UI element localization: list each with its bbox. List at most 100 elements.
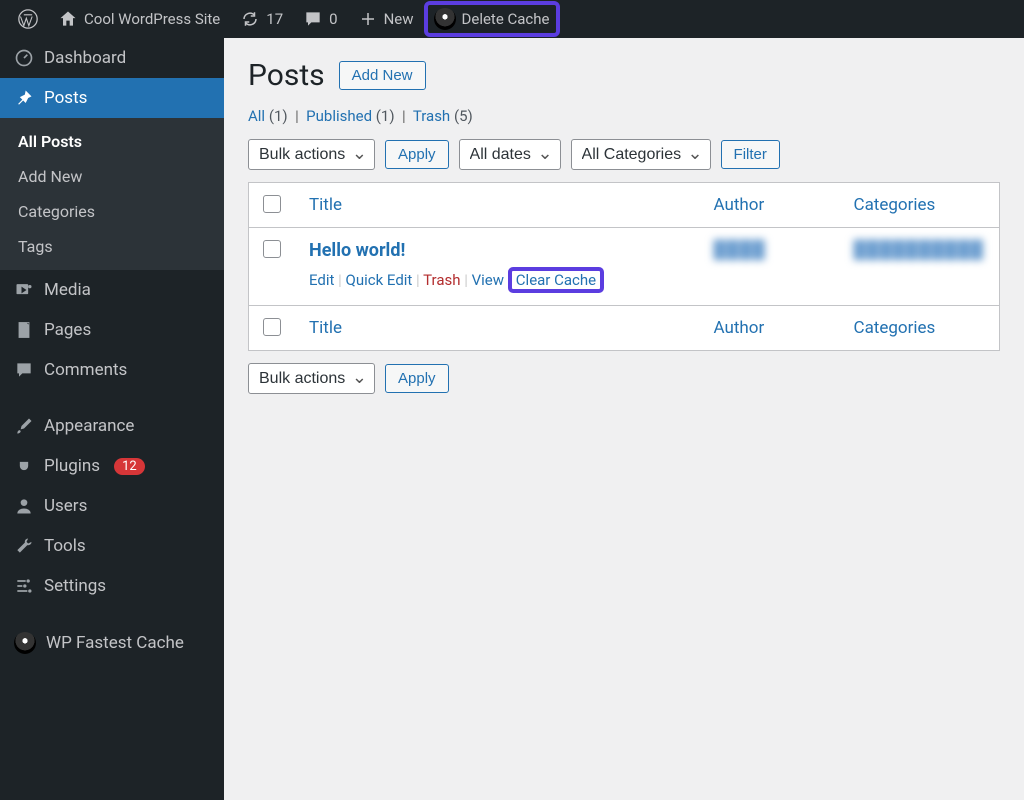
sidebar-item-tools[interactable]: Tools — [0, 526, 224, 566]
wp-logo[interactable] — [8, 0, 48, 38]
add-new-button[interactable]: Add New — [339, 61, 426, 90]
col-author[interactable]: Author — [700, 183, 840, 228]
table-row: Hello world! Edit | Quick Edit | Trash |… — [249, 228, 1000, 306]
sliders-icon — [14, 576, 34, 596]
filter-all[interactable]: All — [248, 107, 265, 125]
pin-icon — [14, 88, 34, 108]
sidebar-item-label: Settings — [44, 576, 106, 596]
wordpress-icon — [18, 9, 38, 29]
sidebar-item-label: Comments — [44, 360, 127, 380]
row-checkbox[interactable] — [263, 240, 281, 258]
plus-icon — [358, 9, 378, 29]
col-categories[interactable]: Categories — [840, 183, 1000, 228]
site-link[interactable]: Cool WordPress Site — [48, 0, 230, 38]
sidebar-item-label: Dashboard — [44, 48, 126, 68]
page-icon — [14, 320, 34, 340]
categories-select[interactable]: All Categories — [571, 139, 711, 170]
action-view[interactable]: View — [472, 271, 504, 289]
comment-icon — [303, 9, 323, 29]
admin-top-bar: Cool WordPress Site 17 0 New Delete Cach… — [0, 0, 1024, 38]
sidebar-item-comments[interactable]: Comments — [0, 350, 224, 390]
main-content: Posts Add New All (1) | Published (1) | … — [224, 38, 1024, 800]
dates-select[interactable]: All dates — [459, 139, 561, 170]
sidebar-item-plugins[interactable]: Plugins 12 — [0, 446, 224, 486]
plug-icon — [14, 456, 34, 476]
post-title-link[interactable]: Hello world! — [309, 240, 405, 261]
table-footer-row: Title Author Categories — [249, 306, 1000, 351]
bulk-actions-select[interactable]: Bulk actions — [248, 139, 375, 170]
sidebar-item-label: Users — [44, 496, 87, 516]
filter-all-count: (1) — [269, 107, 288, 125]
sidebar-item-pages[interactable]: Pages — [0, 310, 224, 350]
table-header-row: Title Author Categories — [249, 183, 1000, 228]
sidebar-item-label: Posts — [44, 88, 87, 108]
action-clear-cache[interactable]: Clear Cache — [516, 271, 596, 289]
plugins-badge: 12 — [114, 458, 145, 475]
sidebar-item-users[interactable]: Users — [0, 486, 224, 526]
select-all-top[interactable] — [263, 195, 281, 213]
sidebar-item-label: WP Fastest Cache — [46, 633, 184, 653]
sidebar-item-media[interactable]: Media — [0, 270, 224, 310]
admin-sidebar: Dashboard Posts All Posts Add New Catego… — [0, 38, 224, 800]
action-trash[interactable]: Trash — [423, 271, 460, 289]
tiger-icon — [434, 8, 456, 30]
tiger-icon — [14, 632, 36, 654]
select-all-bottom[interactable] — [263, 318, 281, 336]
sidebar-item-appearance[interactable]: Appearance — [0, 406, 224, 446]
sidebar-item-settings[interactable]: Settings — [0, 566, 224, 606]
posts-table: Title Author Categories Hello world! Edi… — [248, 182, 1000, 351]
page-header: Posts Add New — [248, 58, 1000, 93]
post-categories: ██████████ — [854, 240, 984, 260]
col-title[interactable]: Title — [295, 183, 700, 228]
sidebar-sub-all-posts[interactable]: All Posts — [0, 124, 224, 159]
bottom-controls: Bulk actions Apply — [248, 363, 1000, 394]
apply-button-top[interactable]: Apply — [385, 140, 449, 169]
sidebar-sub-categories[interactable]: Categories — [0, 194, 224, 229]
action-edit[interactable]: Edit — [309, 271, 334, 289]
filter-trash[interactable]: Trash — [413, 107, 450, 125]
col-title-foot[interactable]: Title — [295, 306, 700, 351]
gauge-icon — [14, 48, 34, 68]
comment-icon — [14, 360, 34, 380]
sidebar-item-dashboard[interactable]: Dashboard — [0, 38, 224, 78]
delete-cache-link[interactable]: Delete Cache — [424, 1, 560, 37]
new-label: New — [384, 10, 414, 28]
comments-link[interactable]: 0 — [293, 0, 347, 38]
sidebar-sub-add-new[interactable]: Add New — [0, 159, 224, 194]
sidebar-item-label: Pages — [44, 320, 91, 340]
col-categories-foot[interactable]: Categories — [840, 306, 1000, 351]
sidebar-item-wp-fastest-cache[interactable]: WP Fastest Cache — [0, 622, 224, 664]
bulk-actions-select-bottom[interactable]: Bulk actions — [248, 363, 375, 394]
updates-count: 17 — [266, 10, 283, 28]
media-icon — [14, 280, 34, 300]
filter-trash-count: (5) — [454, 107, 473, 125]
col-author-foot[interactable]: Author — [700, 306, 840, 351]
post-author: ████ — [714, 240, 766, 260]
sidebar-posts-submenu: All Posts Add New Categories Tags — [0, 118, 224, 270]
sidebar-sub-tags[interactable]: Tags — [0, 229, 224, 264]
action-quick-edit[interactable]: Quick Edit — [346, 271, 413, 289]
page-title: Posts — [248, 58, 325, 93]
site-name: Cool WordPress Site — [84, 10, 220, 28]
wrench-icon — [14, 536, 34, 556]
filter-published-count: (1) — [376, 107, 395, 125]
apply-button-bottom[interactable]: Apply — [385, 364, 449, 393]
sidebar-item-label: Tools — [44, 536, 86, 556]
filter-published[interactable]: Published — [306, 107, 372, 125]
refresh-icon — [240, 9, 260, 29]
updates-link[interactable]: 17 — [230, 0, 293, 38]
filter-button[interactable]: Filter — [721, 140, 780, 169]
row-actions: Edit | Quick Edit | Trash | View Clear C… — [309, 267, 686, 293]
home-icon — [58, 9, 78, 29]
sidebar-item-posts[interactable]: Posts — [0, 78, 224, 118]
user-icon — [14, 496, 34, 516]
sidebar-item-label: Plugins — [44, 456, 100, 476]
delete-cache-label: Delete Cache — [462, 10, 550, 28]
sidebar-item-label: Media — [44, 280, 91, 300]
sidebar-item-label: Appearance — [44, 416, 134, 436]
new-link[interactable]: New — [348, 0, 424, 38]
top-controls: Bulk actions Apply All dates All Categor… — [248, 139, 1000, 170]
subsubsub-filters: All (1) | Published (1) | Trash (5) — [248, 107, 1000, 125]
comments-count: 0 — [329, 10, 337, 28]
brush-icon — [14, 416, 34, 436]
